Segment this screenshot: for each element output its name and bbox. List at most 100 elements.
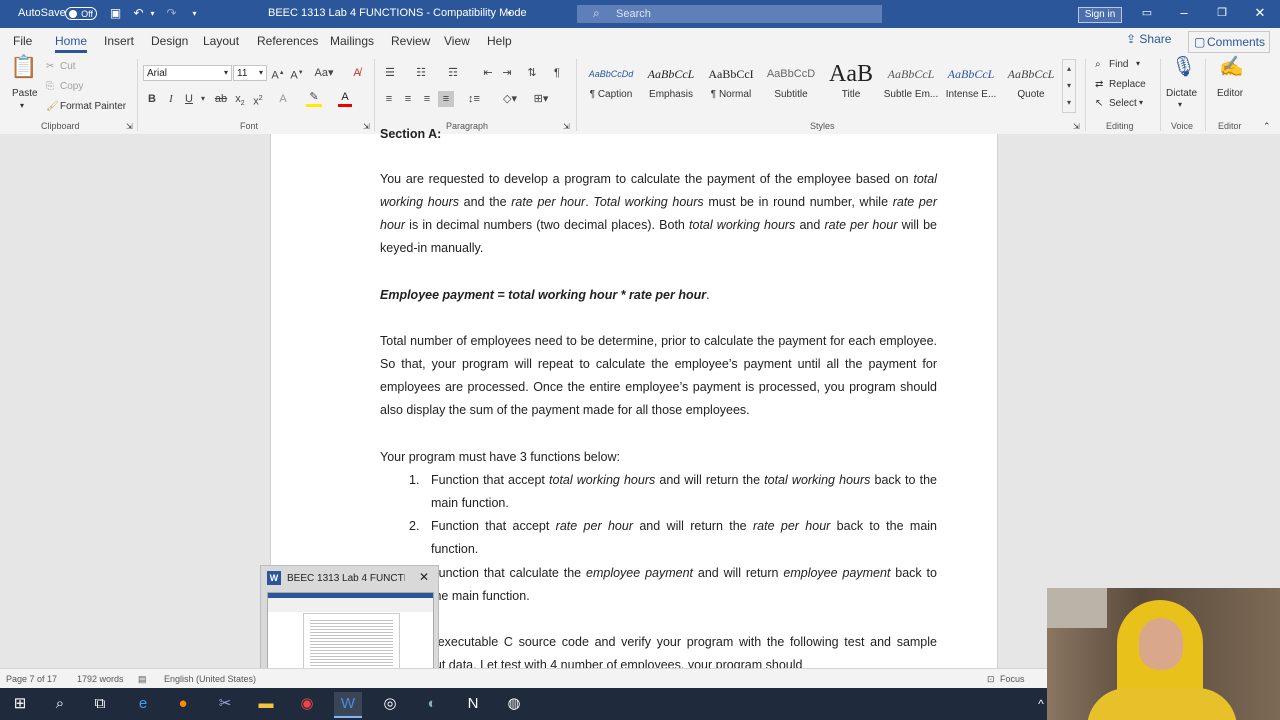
word-taskbar-icon[interactable]: W xyxy=(334,692,362,718)
customize-qat-icon[interactable]: ▾ xyxy=(188,7,201,20)
minimize-icon[interactable]: – xyxy=(1176,5,1192,21)
tab-mailings[interactable]: Mailings xyxy=(330,34,374,48)
task-view-icon[interactable]: ⧉ xyxy=(86,692,114,716)
autosave-toggle[interactable]: Off xyxy=(65,7,97,20)
grow-font-icon[interactable]: A▲ xyxy=(271,65,285,84)
share-button[interactable]: ⇪ Share xyxy=(1126,32,1176,50)
search-box[interactable]: ⌕ Search xyxy=(577,5,882,23)
undo-icon[interactable]: ↶ xyxy=(132,7,145,20)
change-case-icon[interactable]: Aa▾ xyxy=(313,65,335,81)
style-normal[interactable]: AaBbCcI ¶ Normal xyxy=(701,59,761,115)
chrome-icon[interactable]: ◉ xyxy=(293,692,321,716)
paste-icon[interactable]: 📋 xyxy=(10,56,38,87)
edge-browser-icon[interactable]: e xyxy=(129,692,157,716)
style-title[interactable]: AaB Title xyxy=(821,59,881,115)
bullets-icon[interactable]: ☰ xyxy=(382,65,398,81)
undo-dropdown-icon[interactable]: ▾ xyxy=(146,7,159,20)
font-color-icon[interactable]: A xyxy=(338,91,352,107)
style-quote[interactable]: AaBbCcL Quote xyxy=(1001,59,1061,115)
file-explorer-icon[interactable]: ▬ xyxy=(252,692,280,716)
select-button[interactable]: Select xyxy=(1109,98,1137,109)
tab-file[interactable]: File xyxy=(13,34,32,48)
editor-icon[interactable]: ✍ xyxy=(1219,57,1244,85)
recorder-icon[interactable]: ◍ xyxy=(500,692,528,716)
page-count[interactable]: Page 7 of 17 xyxy=(6,674,57,684)
title-dropdown-icon[interactable]: ▾ xyxy=(503,7,516,20)
word-count[interactable]: 1792 words xyxy=(77,674,124,684)
obs-icon[interactable]: ◎ xyxy=(376,692,404,716)
styles-scroll-icon[interactable]: ▴ ▾ ▾ xyxy=(1062,59,1076,113)
language-status[interactable]: English (United States) xyxy=(164,674,256,684)
styles-launcher-icon[interactable]: ⇲ xyxy=(1073,122,1080,131)
tab-design[interactable]: Design xyxy=(151,34,188,48)
paste-label[interactable]: Paste xyxy=(12,88,38,99)
multilevel-list-icon[interactable]: ☶ xyxy=(445,65,461,81)
restore-icon[interactable]: ❐ xyxy=(1214,5,1230,21)
app-icon[interactable]: ◐ xyxy=(418,692,446,716)
italic-icon[interactable]: I xyxy=(165,91,177,107)
comments-button[interactable]: ▢ Comments xyxy=(1188,31,1270,53)
style-subtle-emphasis[interactable]: AaBbCcL Subtle Em... xyxy=(881,59,941,115)
proofing-icon[interactable]: ▤ xyxy=(138,674,147,685)
ribbon-display-icon[interactable]: ▭ xyxy=(1139,5,1155,21)
cut-button[interactable]: Cut xyxy=(60,61,76,72)
tab-help[interactable]: Help xyxy=(487,34,512,48)
format-painter-button[interactable]: Format Painter xyxy=(60,101,126,112)
show-formatting-icon[interactable]: ¶ xyxy=(550,65,564,81)
numbering-icon[interactable]: ☷ xyxy=(413,65,429,81)
sort-icon[interactable]: ⇅ xyxy=(524,65,540,81)
underline-icon[interactable]: U xyxy=(183,91,195,107)
font-name-box[interactable]: Arial xyxy=(143,65,232,81)
tab-insert[interactable]: Insert xyxy=(104,34,134,48)
firefox-icon[interactable]: ● xyxy=(169,692,197,716)
snipping-tool-icon[interactable]: ✂ xyxy=(211,692,239,716)
clipboard-launcher-icon[interactable]: ⇲ xyxy=(126,122,133,131)
font-launcher-icon[interactable]: ⇲ xyxy=(363,122,370,131)
highlight-icon[interactable]: ✎ xyxy=(306,91,322,107)
shading-icon[interactable]: ◇▾ xyxy=(500,91,520,107)
find-dropdown-icon[interactable]: ▾ xyxy=(1136,59,1140,68)
redo-icon[interactable]: ↷ xyxy=(165,7,178,20)
align-left-icon[interactable]: ≡ xyxy=(382,91,396,107)
close-icon[interactable]: ✕ xyxy=(1252,5,1268,21)
taskbar-thumbnail-preview[interactable]: W BEEC 1313 Lab 4 FUNCTI... ✕ xyxy=(260,565,439,685)
shrink-font-icon[interactable]: A▼ xyxy=(290,65,304,84)
clear-formatting-icon[interactable]: A̸ xyxy=(349,65,365,81)
font-name-dropdown-icon[interactable]: ▾ xyxy=(224,68,228,77)
text-effects-icon[interactable]: A xyxy=(276,91,290,107)
align-right-icon[interactable]: ≡ xyxy=(420,91,434,107)
bold-icon[interactable]: B xyxy=(146,91,158,107)
dictate-button[interactable]: Dictate xyxy=(1166,88,1197,99)
align-center-icon[interactable]: ≡ xyxy=(401,91,415,107)
microphone-icon[interactable]: 🎙 xyxy=(1171,57,1196,85)
style-caption[interactable]: AaBbCcDd ¶ Caption xyxy=(581,59,641,115)
search-icon[interactable]: ⌕ xyxy=(46,692,74,716)
superscript-icon[interactable]: x2 xyxy=(251,91,265,110)
editor-button[interactable]: Editor xyxy=(1217,88,1243,99)
subscript-icon[interactable]: x2 xyxy=(233,91,247,112)
font-size-dropdown-icon[interactable]: ▾ xyxy=(259,68,263,77)
tab-references[interactable]: References xyxy=(257,34,318,48)
increase-indent-icon[interactable]: ⇥ xyxy=(500,65,514,81)
tab-view[interactable]: View xyxy=(444,34,470,48)
justify-icon[interactable]: ≡ xyxy=(438,91,454,107)
tab-layout[interactable]: Layout xyxy=(203,34,239,48)
thumbnail-close-icon[interactable]: ✕ xyxy=(419,570,429,584)
collapse-ribbon-icon[interactable]: ⌃ xyxy=(1263,121,1271,132)
decrease-indent-icon[interactable]: ⇤ xyxy=(481,65,495,81)
strikethrough-icon[interactable]: ab xyxy=(213,91,229,107)
tab-home[interactable]: Home xyxy=(55,34,88,53)
focus-button[interactable]: Focus xyxy=(1000,674,1025,684)
replace-button[interactable]: Replace xyxy=(1109,79,1146,90)
onenote-icon[interactable]: N xyxy=(459,692,487,716)
copy-button[interactable]: Copy xyxy=(60,81,83,92)
underline-dropdown-icon[interactable]: ▾ xyxy=(199,91,207,107)
find-button[interactable]: Find xyxy=(1109,59,1128,70)
style-emphasis[interactable]: AaBbCcL Emphasis xyxy=(641,59,701,115)
tab-review[interactable]: Review xyxy=(391,34,430,48)
style-subtitle[interactable]: AaBbCcD Subtitle xyxy=(761,59,821,115)
sign-in-button[interactable]: Sign in xyxy=(1078,7,1122,23)
style-intense-emphasis[interactable]: AaBbCcL Intense E... xyxy=(941,59,1001,115)
borders-icon[interactable]: ⊞▾ xyxy=(530,91,552,107)
select-dropdown-icon[interactable]: ▾ xyxy=(1139,98,1143,107)
